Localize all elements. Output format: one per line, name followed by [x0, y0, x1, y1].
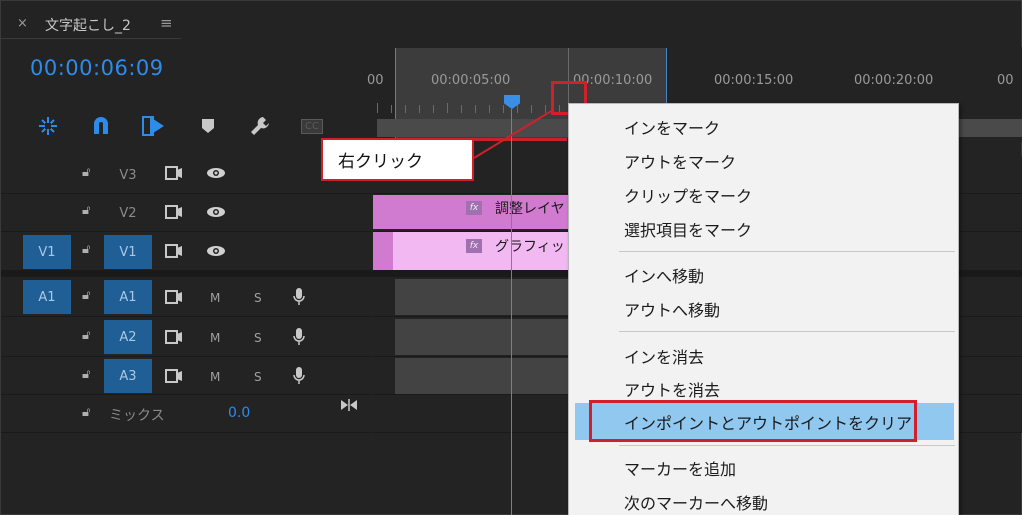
microphone-icon[interactable] [293, 366, 305, 390]
eye-icon[interactable] [206, 245, 226, 261]
track-label-v2[interactable]: V2 [104, 196, 152, 230]
menu-item-mark-clip[interactable]: クリップをマーク [624, 183, 752, 207]
sync-lock-icon[interactable] [165, 244, 183, 261]
mix-track-label: ミックス [109, 408, 165, 424]
menu-item-clear-in[interactable]: インを消去 [624, 344, 704, 368]
menu-item-go-to-out[interactable]: アウトへ移動 [624, 297, 720, 321]
playhead-line[interactable] [511, 109, 512, 515]
menu-separator [619, 331, 955, 332]
panel-menu-icon[interactable]: ≡ [160, 14, 173, 32]
close-tab-icon[interactable]: × [17, 16, 28, 31]
ruler-label: 00 [367, 73, 384, 88]
solo-button[interactable]: S [254, 291, 262, 305]
microphone-icon[interactable] [293, 287, 305, 311]
microphone-icon[interactable] [293, 327, 305, 351]
lock-icon[interactable]: 🔓︎ [82, 367, 90, 382]
menu-item-go-to-in[interactable]: インへ移動 [624, 263, 704, 287]
ruler-label: 00:00:15:00 [714, 73, 794, 88]
audio-clip-a2[interactable] [395, 319, 569, 355]
annotation-arrow [473, 109, 554, 159]
track-label-v1[interactable]: V1 [104, 235, 152, 269]
track-label-a3[interactable]: A3 [104, 359, 152, 393]
solo-button[interactable]: S [254, 370, 262, 384]
lock-icon[interactable]: 🔓︎ [82, 288, 90, 303]
sync-lock-icon[interactable] [165, 205, 183, 222]
menu-separator [619, 251, 955, 252]
add-marker-icon[interactable] [195, 113, 221, 139]
tab-underline [1, 38, 181, 39]
snap-magnet-icon[interactable] [88, 113, 114, 139]
playhead-timecode[interactable]: 00:00:06:09 [30, 56, 164, 80]
sync-lock-icon[interactable] [165, 166, 183, 183]
track-header-v3 [1, 156, 371, 194]
context-menu: インをマーク アウトをマーク クリップをマーク 選択項目をマーク インへ移動 ア… [568, 103, 959, 515]
ruler-label: 00 [997, 73, 1014, 88]
mute-button[interactable]: M [210, 331, 220, 345]
fx-badge: fx [466, 239, 482, 253]
solo-button[interactable]: S [254, 331, 262, 345]
sequence-tab-title[interactable]: 文字起こし_2 [45, 15, 131, 35]
menu-item-mark-in[interactable]: インをマーク [624, 115, 720, 139]
ruler-tick [433, 105, 434, 113]
track-label-v3[interactable]: V3 [104, 158, 152, 192]
track-header-a3 [1, 357, 371, 395]
sync-lock-icon[interactable] [165, 290, 183, 307]
track-label-a1[interactable]: A1 [104, 280, 152, 314]
mute-button[interactable]: M [210, 370, 220, 384]
ruler-tick [391, 105, 392, 113]
lock-icon[interactable]: 🔓︎ [82, 328, 90, 343]
nest-toggle-icon[interactable] [35, 113, 61, 139]
right-click-callout: 右クリック [321, 138, 474, 181]
ruler-label: 00:00:20:00 [854, 73, 934, 88]
callout-text: 右クリック [338, 152, 423, 172]
source-patch-a1[interactable]: A1 [23, 280, 71, 314]
annotation-highlight-box [589, 400, 917, 442]
sync-lock-icon[interactable] [165, 369, 183, 386]
menu-item-mark-selection[interactable]: 選択項目をマーク [624, 217, 752, 241]
audio-clip-a3[interactable] [395, 358, 569, 394]
lock-icon[interactable]: 🔓︎ [82, 405, 90, 420]
fx-badge: fx [466, 201, 482, 215]
graphic-clip-handle[interactable] [373, 232, 393, 270]
lock-icon[interactable]: 🔓︎ [82, 203, 90, 218]
linked-selection-icon[interactable] [141, 113, 167, 139]
audio-clip-a1[interactable] [395, 279, 569, 315]
track-header-v2 [1, 194, 371, 232]
bowtie-icon[interactable] [340, 399, 358, 414]
menu-item-next-marker[interactable]: 次のマーカーへ移動 [624, 490, 768, 514]
track-header-a2 [1, 317, 371, 357]
clip-label: 調整レイヤ [495, 201, 565, 217]
ruler-tick [377, 103, 378, 113]
menu-item-add-marker[interactable]: マーカーを追加 [624, 456, 736, 480]
sync-lock-icon[interactable] [165, 330, 183, 347]
ruler-tick [461, 105, 462, 113]
captions-cc-icon[interactable]: CC [299, 113, 325, 139]
lock-icon[interactable]: 🔓︎ [82, 242, 90, 257]
clip-label: グラフィッ [495, 239, 565, 255]
eye-icon[interactable] [206, 167, 226, 183]
menu-item-clear-out[interactable]: アウトを消去 [624, 377, 720, 401]
ruler-tick [447, 103, 448, 113]
timeline-panel: × 文字起こし_2 ≡ 00:00:06:09 CC 00 00:00:05:0… [0, 0, 1022, 515]
source-patch-v1[interactable]: V1 [23, 235, 71, 269]
lock-icon[interactable]: 🔓︎ [82, 165, 90, 180]
track-header-mix [1, 395, 371, 433]
ruler-tick [405, 105, 406, 113]
eye-icon[interactable] [206, 206, 226, 222]
menu-item-mark-out[interactable]: アウトをマーク [624, 149, 736, 173]
mute-button[interactable]: M [210, 291, 220, 305]
menu-separator [619, 445, 955, 446]
ruler-label: 00:00:05:00 [431, 73, 511, 88]
ruler-tick [419, 105, 420, 113]
track-label-a2[interactable]: A2 [104, 320, 152, 354]
mix-volume-value[interactable]: 0.0 [228, 405, 250, 421]
wrench-settings-icon[interactable] [247, 113, 273, 139]
